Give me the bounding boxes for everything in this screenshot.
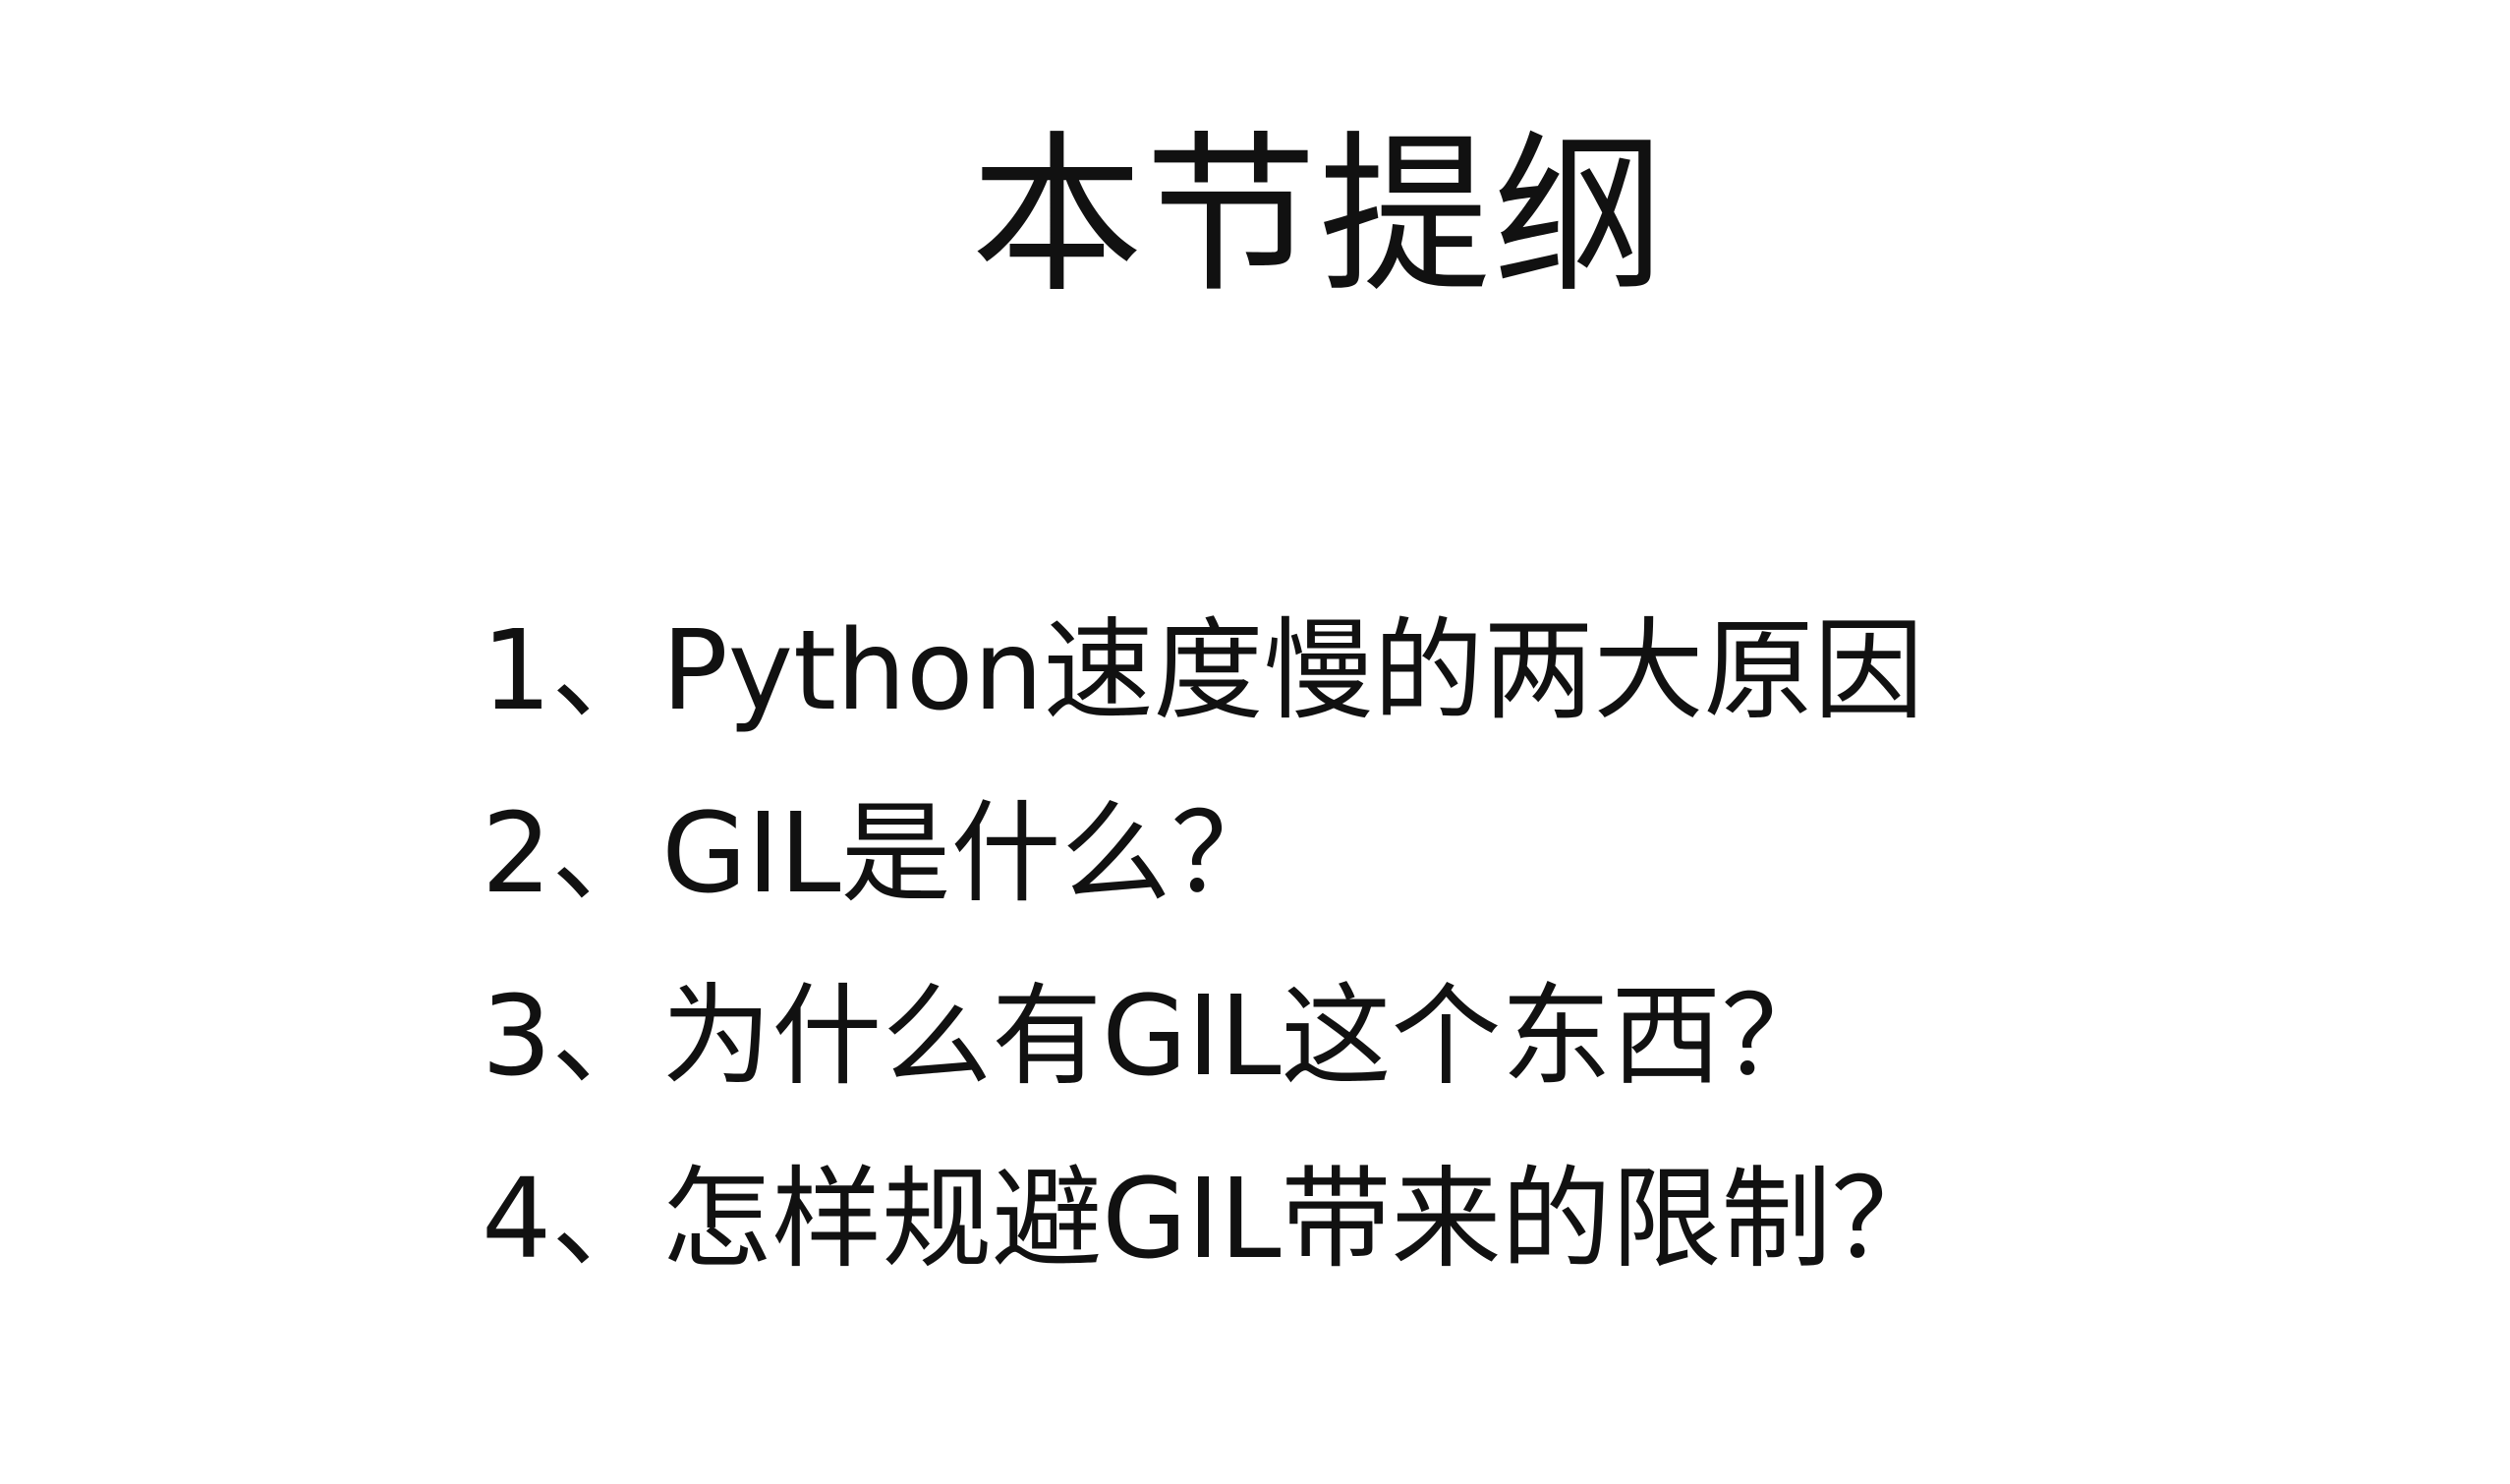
slide: 本节提纲 1、Python速度慢的两大原因 2、GIL是什么？ 3、为什么有GI… <box>0 0 2510 1484</box>
outline-item-3: 3、为什么有GIL这个东西？ <box>482 973 1832 1101</box>
slide-title: 本节提纲 <box>971 117 1667 316</box>
outline-item-4: 4、怎样规避GIL带来的限制？ <box>482 1156 1942 1284</box>
outline-list: 1、Python速度慢的两大原因 2、GIL是什么？ 3、为什么有GIL这个东西… <box>482 580 2152 1311</box>
outline-item-1: 1、Python速度慢的两大原因 <box>482 607 1924 735</box>
outline-item-2: 2、GIL是什么？ <box>482 790 1282 918</box>
